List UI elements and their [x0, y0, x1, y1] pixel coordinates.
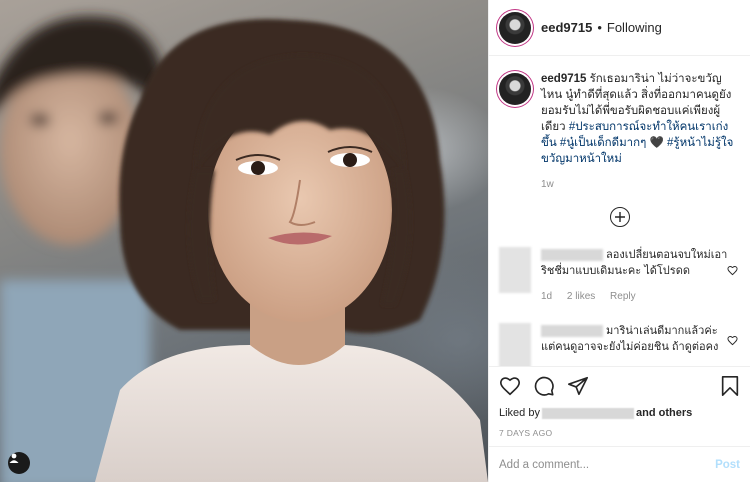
save-button[interactable]: [720, 375, 740, 397]
plus-circle-icon: [614, 212, 625, 222]
header-username[interactable]: eed9715: [541, 20, 592, 35]
load-more-comments-button[interactable]: [609, 207, 630, 227]
comment-body: ลองเปลี่ยนตอนจบใหม่เอาริชชี่มาแบบเดิมนะค…: [541, 247, 731, 305]
follow-status-button[interactable]: Following: [607, 20, 662, 35]
post-actions: Liked by and others 7 DAYS AGO: [489, 366, 750, 438]
post-comment-button[interactable]: Post: [715, 459, 740, 471]
heart-icon: [500, 377, 520, 396]
comment-item: ลองเปลี่ยนตอนจบใหม่เอาริชชี่มาแบบเดิมนะค…: [489, 227, 750, 305]
comment-username-redacted: [541, 249, 603, 262]
comment-likes[interactable]: 2 likes: [567, 291, 595, 302]
comment-icon: [534, 376, 554, 396]
post-image[interactable]: [0, 0, 488, 482]
share-button[interactable]: [567, 375, 589, 397]
caption: eed9715 รักเธอมาริน่า ไม่ว่าจะขวัญไหน นู…: [489, 57, 750, 193]
liker-username-redacted[interactable]: [541, 407, 634, 419]
comment-meta: 1d 2 likes Reply: [541, 289, 731, 305]
post-details-panel: eed9715 • Following eed9715 รักเธอมาริน่…: [488, 0, 750, 482]
tagged-users-button[interactable]: [8, 452, 30, 474]
post-timestamp: 7 DAYS AGO: [499, 428, 553, 438]
comment-button[interactable]: [533, 375, 555, 397]
comment-time: 1d: [541, 291, 553, 302]
comment-like-icon[interactable]: [727, 335, 738, 346]
comments-scroll-area[interactable]: eed9715 รักเธอมาริน่า ไม่ว่าจะขวัญไหน นู…: [489, 57, 750, 366]
avatar[interactable]: [499, 11, 531, 44]
comment-input[interactable]: [499, 458, 716, 471]
reply-button[interactable]: Reply: [610, 291, 636, 302]
comment-avatar-redacted: [499, 323, 531, 366]
post-header: eed9715 • Following: [489, 0, 750, 56]
liked-by-label: Liked by: [499, 407, 540, 419]
caption-body: eed9715 รักเธอมาริน่า ไม่ว่าจะขวัญไหน นู…: [541, 71, 740, 193]
heart-emoji: 🖤: [649, 137, 664, 149]
action-row: [499, 373, 740, 399]
comment-avatar-redacted: [499, 247, 531, 293]
share-icon: [568, 376, 588, 396]
header-separator: •: [597, 20, 602, 35]
likes-summary: Liked by and others: [499, 407, 740, 419]
caption-avatar[interactable]: [499, 73, 531, 105]
comment-item: มาริน่าเล่นดีมากแล้วค่ะ แต่คนดูอาจจะยังไ…: [489, 305, 750, 366]
caption-username[interactable]: eed9715: [541, 73, 586, 85]
user-icon: [9, 453, 19, 463]
comment-body: มาริน่าเล่นดีมากแล้วค่ะ แต่คนดูอาจจะยังไ…: [541, 323, 731, 366]
comment-like-icon[interactable]: [727, 265, 738, 276]
add-comment-bar: Post: [489, 446, 750, 482]
likes-others-link[interactable]: and others: [636, 407, 692, 419]
caption-time: 1w: [541, 179, 554, 190]
bookmark-icon: [721, 376, 739, 396]
post-photo-illustration: [0, 16, 488, 482]
like-button[interactable]: [499, 375, 521, 397]
comment-username-redacted: [541, 325, 603, 338]
